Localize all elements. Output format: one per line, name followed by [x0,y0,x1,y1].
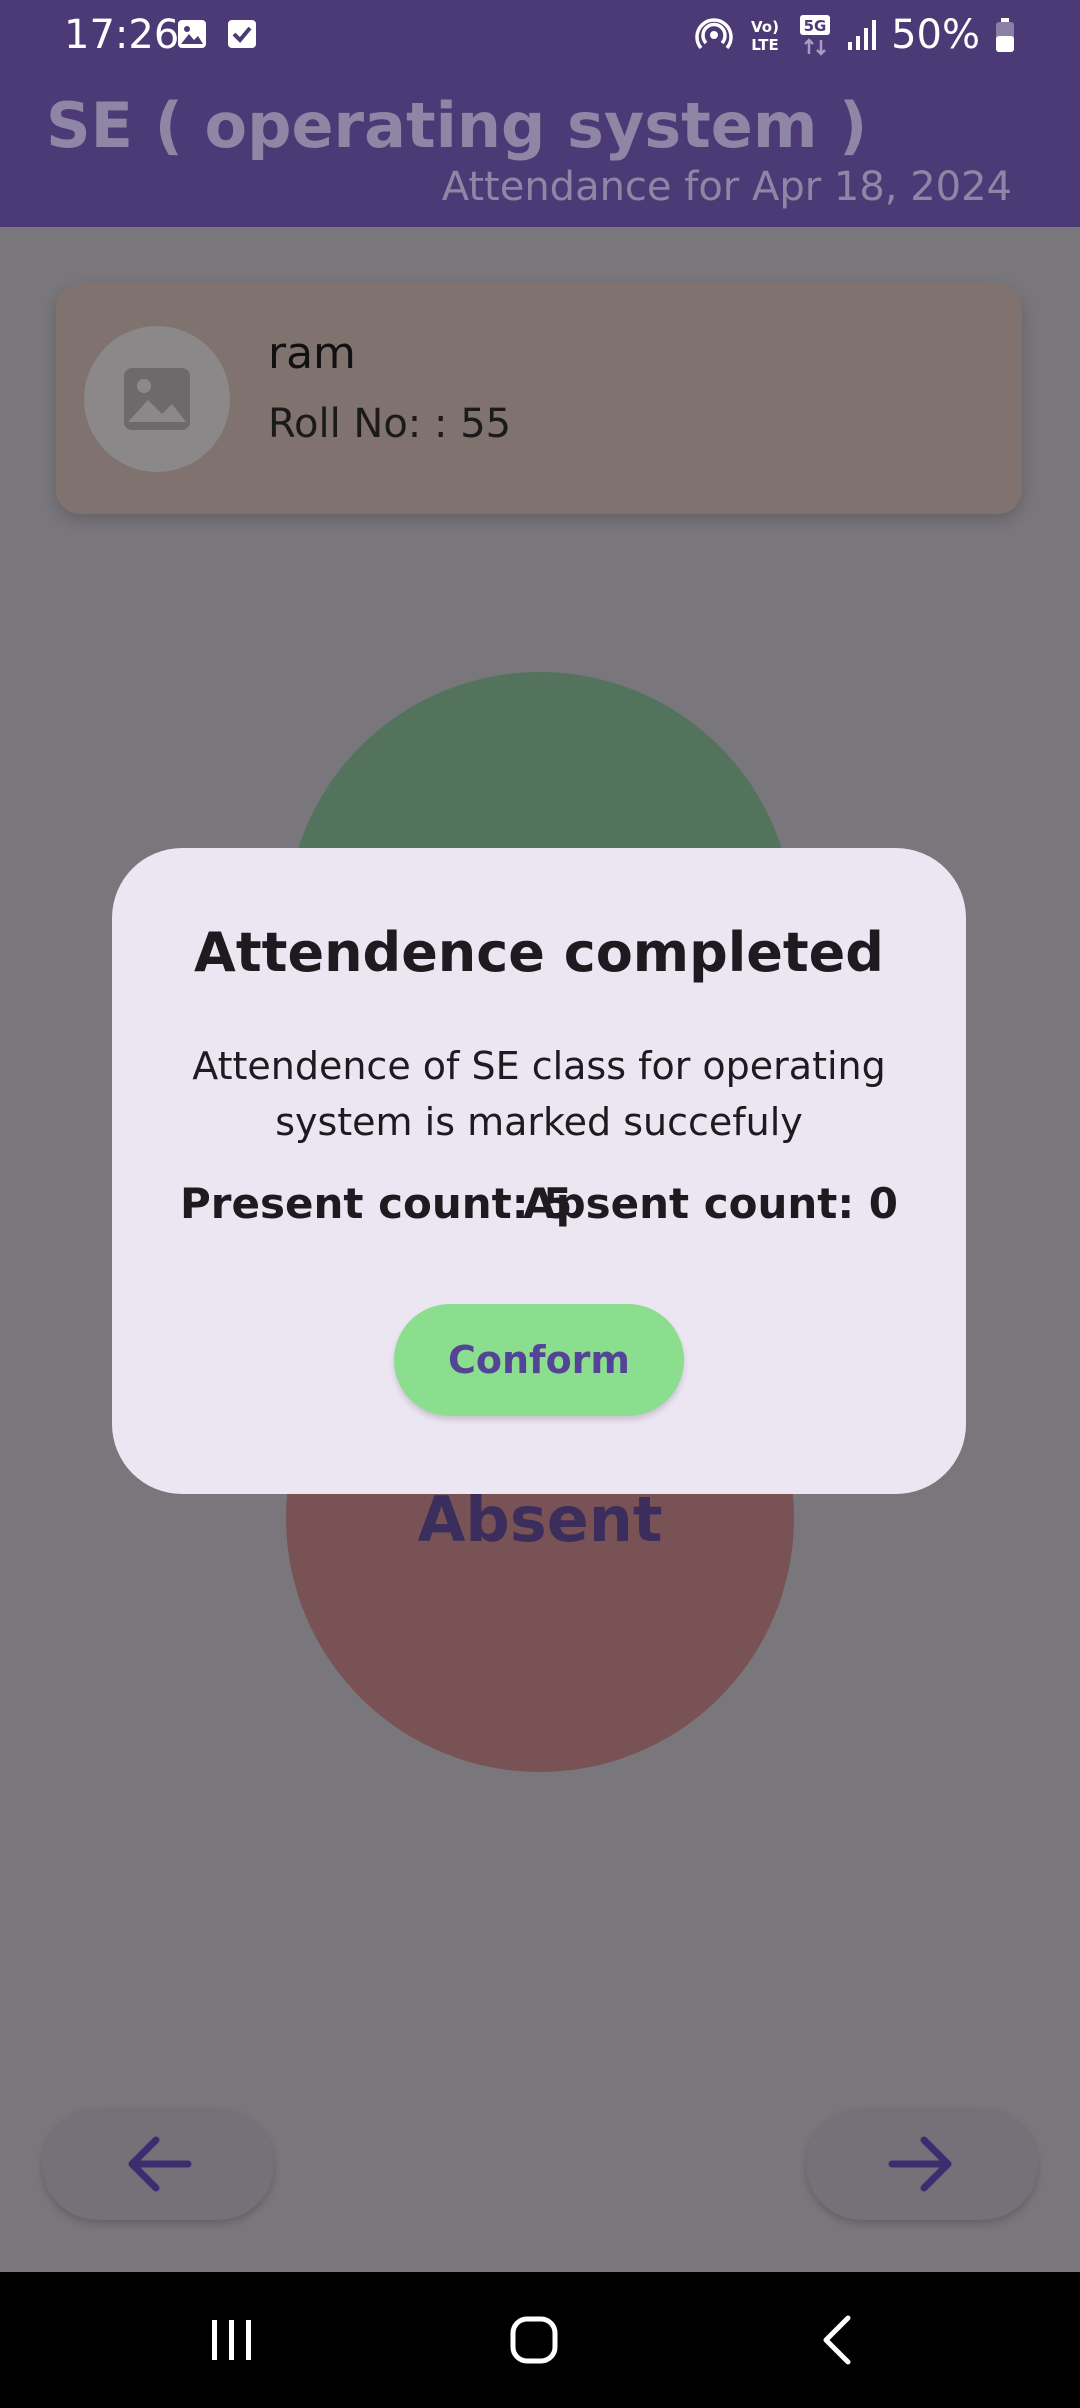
svg-text:LTE: LTE [751,36,779,54]
dialog-message: Attendence of SE class for operating sys… [192,1044,886,1144]
battery-icon [996,18,1014,52]
system-navigation-bar [0,2272,1080,2408]
recents-icon[interactable] [192,2310,272,2370]
dialog-title: Attendence completed [194,921,884,984]
back-icon[interactable] [798,2310,878,2370]
status-bar: 17:26 Vo) LTE 5G 50% [0,0,1080,70]
avatar [84,326,230,472]
signal-icon [848,20,877,50]
5g-icon: 5G [800,15,831,56]
image-placeholder-icon [124,368,190,430]
absent-count: Apsent count: 0 [523,1179,898,1228]
svg-text:5G: 5G [804,17,827,35]
home-icon[interactable] [494,2310,574,2370]
student-card: ram Roll No: : 55 [56,284,1022,514]
svg-text:Vo): Vo) [751,18,779,36]
image-icon [178,20,206,48]
status-notification-icons [176,18,258,50]
status-time: 17:26 [64,12,180,58]
volte-icon: Vo) LTE [751,18,779,54]
hotspot-icon [695,18,733,50]
app-bar: SE ( operating system ) Attendance for A… [0,70,1080,227]
checkbox-icon [228,20,256,48]
status-system-icons: Vo) LTE 5G 50% [695,12,1016,58]
next-student-button[interactable] [806,2108,1038,2220]
page-title: SE ( operating system ) [46,89,868,162]
attendance-completed-dialog: Attendence completed Attendence of SE cl… [112,848,966,1494]
attendance-date: Attendance for Apr 18, 2024 [441,164,1012,210]
student-name: ram [268,328,356,379]
arrow-left-icon [128,2136,192,2192]
arrow-right-icon [888,2136,952,2192]
student-roll-number: Roll No: : 55 [268,401,512,447]
previous-student-button[interactable] [42,2108,274,2220]
present-count: Present count: 5 [180,1179,573,1228]
battery-percentage: 50% [891,12,980,58]
confirm-button[interactable]: Conform [394,1304,684,1416]
